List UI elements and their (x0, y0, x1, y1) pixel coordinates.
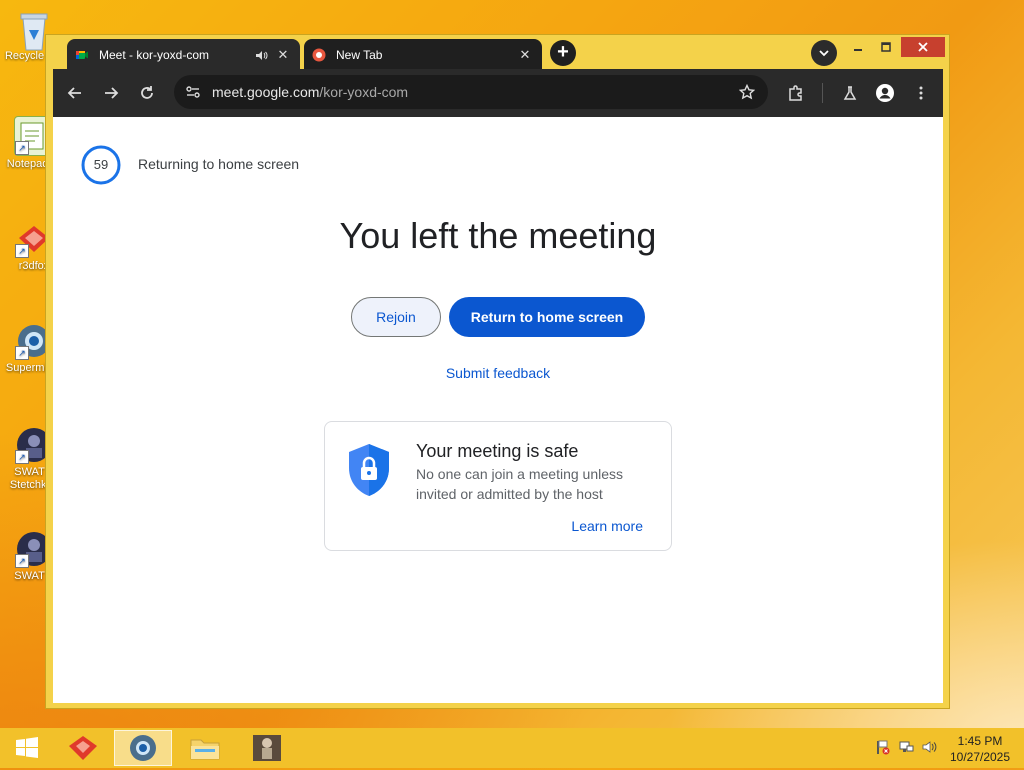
network-flag-icon[interactable] (873, 738, 891, 756)
shield-lock-icon (349, 444, 389, 496)
arrow-right-icon (105, 87, 119, 99)
network-icon[interactable] (897, 738, 915, 756)
clock-time: 1:45 PM (957, 734, 1003, 748)
clock-date: 10/27/2025 (949, 750, 1011, 764)
tab-search-button[interactable] (811, 40, 837, 66)
reload-icon (141, 86, 153, 99)
flask-icon (843, 86, 857, 100)
profile-button[interactable] (873, 81, 897, 105)
url-text: meet.google.com/kor-yoxd-com (212, 84, 732, 100)
shortcut-arrow-icon: ↗ (15, 244, 29, 258)
windows-logo-icon (16, 737, 38, 758)
countdown-value: 59 (93, 157, 109, 172)
close-window-button[interactable] (901, 37, 945, 57)
shortcut-arrow-icon: ↗ (15, 141, 29, 155)
new-tab-icon (312, 48, 326, 62)
reload-button[interactable] (135, 81, 159, 105)
safe-card-title: Your meeting is safe (416, 441, 579, 461)
shortcut-arrow-icon: ↗ (15, 346, 29, 360)
submit-feedback-link: Submit feedback (53, 365, 943, 381)
minimize-button[interactable] (846, 37, 870, 57)
avatar-icon (876, 84, 894, 102)
tab-strip: Meet - kor-yoxd-com ✕ New Tab ✕ + (46, 35, 949, 71)
toolbar-divider (822, 83, 823, 103)
countdown-timer: 59 (81, 145, 121, 185)
taskbar: 1:45 PM 10/27/2025 (0, 728, 1024, 768)
extensions-button[interactable] (784, 81, 808, 105)
taskbar-r3dfox[interactable] (56, 730, 110, 766)
game-character-icon (253, 735, 281, 761)
system-clock[interactable]: 1:45 PM 10/27/2025 (940, 733, 1020, 765)
shortcut-arrow-icon: ↗ (15, 554, 29, 568)
browser-window: Meet - kor-yoxd-com ✕ New Tab ✕ + meet.g… (45, 34, 950, 709)
url-path: /kor-yoxd-com (319, 84, 409, 100)
puzzle-icon (789, 85, 802, 101)
volume-icon[interactable] (920, 738, 938, 756)
folder-icon (190, 739, 220, 760)
taskbar-app[interactable] (240, 730, 294, 766)
return-home-button[interactable]: Return to home screen (449, 297, 645, 337)
browser-toolbar: meet.google.com/kor-yoxd-com (53, 69, 943, 117)
bookmark-star-icon[interactable] (732, 77, 762, 107)
safe-card-description: No one can join a meeting unless invited… (416, 466, 624, 502)
forward-button[interactable] (99, 81, 123, 105)
tab-title: New Tab (336, 48, 383, 62)
arrow-left-icon (67, 87, 81, 99)
close-tab-icon[interactable]: ✕ (516, 46, 534, 64)
r3dfox-icon (69, 736, 97, 760)
close-tab-icon[interactable]: ✕ (274, 46, 292, 64)
address-bar[interactable]: meet.google.com/kor-yoxd-com (174, 75, 768, 109)
page-content: 59 Returning to home screen You left the… (53, 117, 943, 703)
shortcut-arrow-icon: ↗ (15, 450, 29, 464)
supermium-icon (130, 735, 156, 761)
chevron-down-icon (819, 50, 829, 57)
taskbar-file-explorer[interactable] (178, 730, 232, 766)
learn-more-link[interactable]: Learn more (571, 518, 643, 534)
google-meet-icon (75, 48, 89, 62)
taskbar-supermium[interactable] (114, 730, 172, 766)
tab-meet[interactable]: Meet - kor-yoxd-com ✕ (67, 39, 300, 71)
url-host: meet.google.com (212, 84, 320, 100)
tab-new-tab[interactable]: New Tab ✕ (304, 39, 542, 71)
new-tab-button[interactable]: + (550, 40, 576, 66)
site-info-icon[interactable] (178, 77, 208, 107)
rejoin-button[interactable]: Rejoin (351, 297, 441, 337)
submit-feedback-text[interactable]: Submit feedback (446, 365, 550, 381)
menu-button[interactable] (909, 81, 933, 105)
start-button[interactable] (0, 730, 54, 766)
returning-text: Returning to home screen (138, 156, 300, 172)
meeting-safe-card: Your meeting is safe No one can join a m… (324, 421, 672, 551)
page-title: You left the meeting (339, 215, 657, 256)
labs-button[interactable] (838, 81, 862, 105)
tab-title: Meet - kor-yoxd-com (99, 48, 210, 62)
speaker-icon[interactable] (252, 46, 270, 64)
kebab-menu-icon (919, 86, 923, 100)
back-button[interactable] (63, 81, 87, 105)
maximize-button[interactable] (874, 37, 898, 57)
